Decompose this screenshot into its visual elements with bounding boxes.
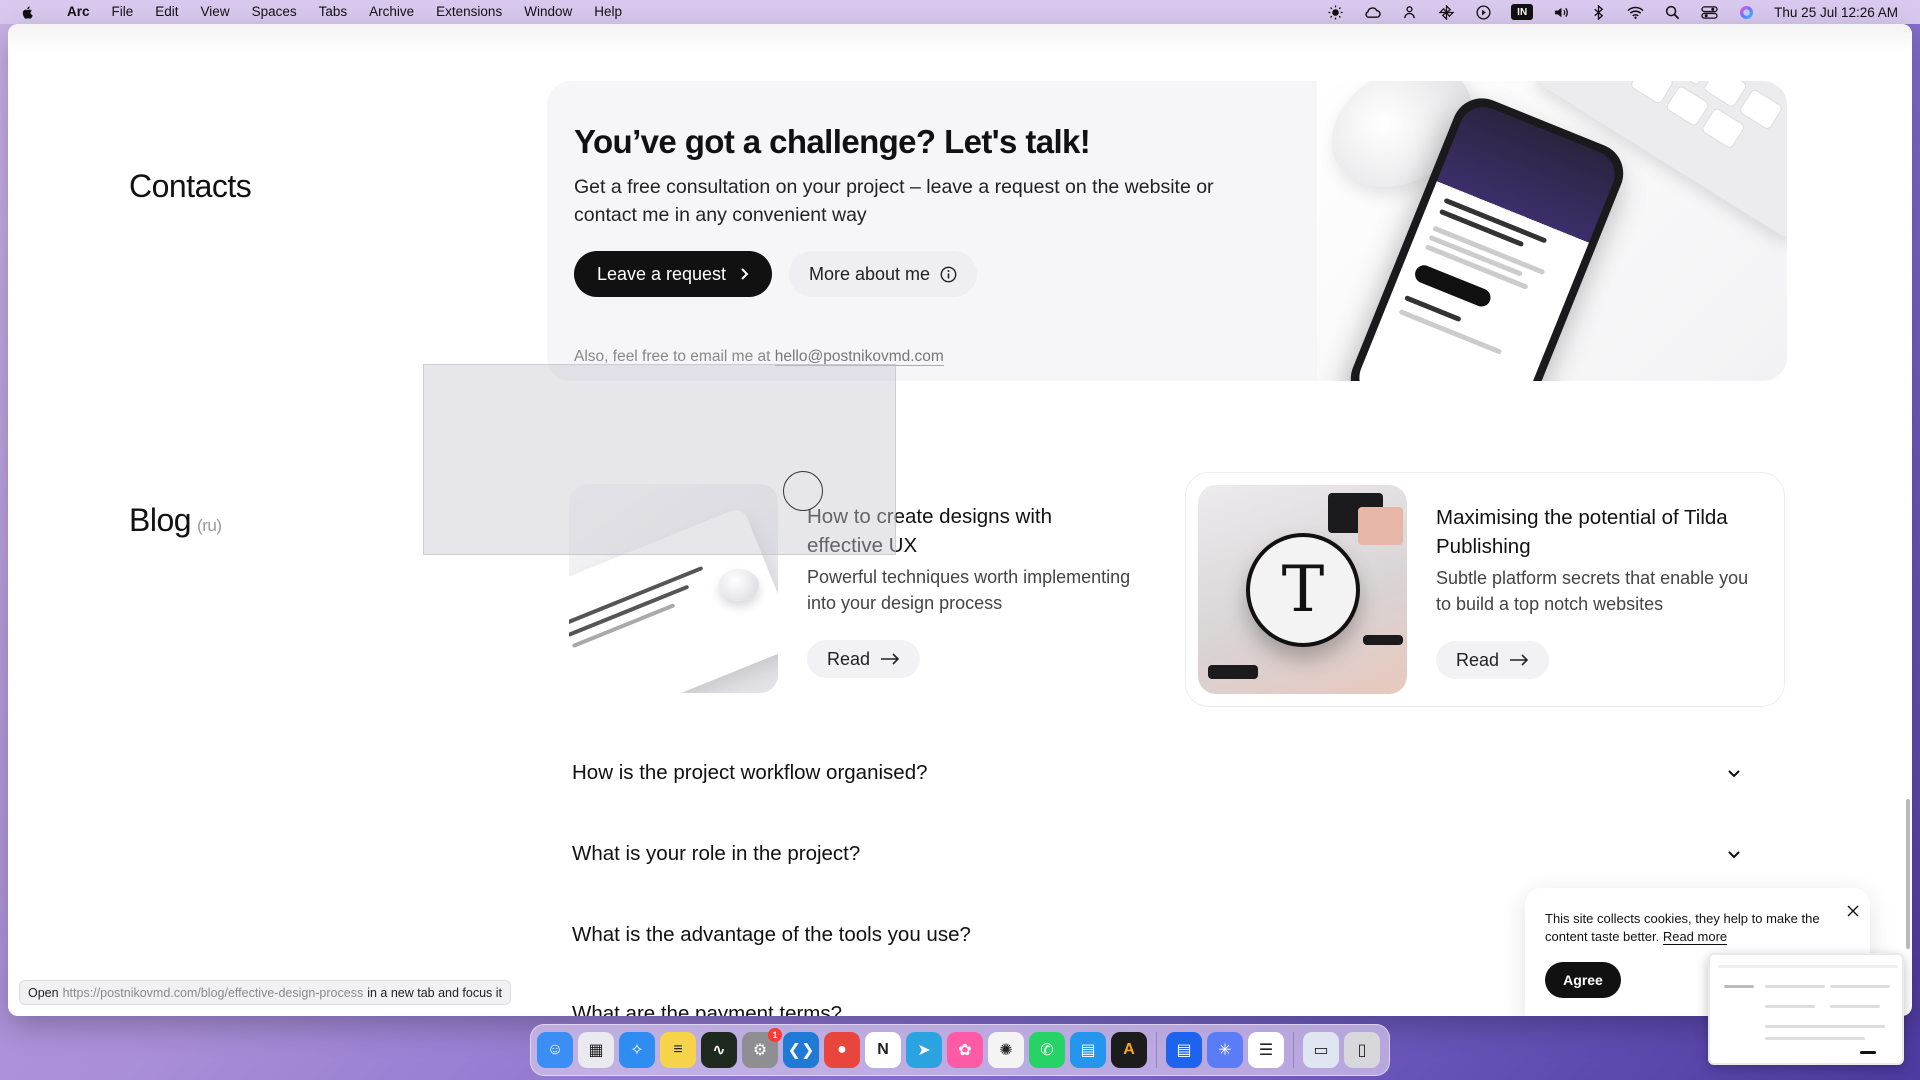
volume-icon[interactable]	[1552, 4, 1570, 20]
read-label: Read	[1456, 649, 1500, 670]
docker-icon[interactable]: ▤	[1070, 1032, 1106, 1068]
siri-icon[interactable]	[1737, 4, 1755, 20]
blog-card-tilda[interactable]: T Maximising the potential of Tilda Publ…	[1185, 472, 1785, 707]
trash-icon[interactable]: ▯	[1344, 1032, 1380, 1068]
status-url: https://postnikovmd.com/blog/effective-d…	[62, 985, 364, 1000]
cursor-ring	[783, 471, 823, 511]
menu-edit[interactable]: Edit	[144, 0, 189, 24]
blog-language-tag: (ru)	[197, 516, 222, 535]
scrollbar-thumb[interactable]	[1906, 799, 1910, 949]
contact-hero-image	[1309, 81, 1787, 381]
menubar-clock[interactable]: Thu 25 Jul 12:26 AM	[1774, 5, 1898, 20]
faq-item[interactable]: How is the project workflow organised?	[572, 761, 1742, 785]
link-status-tooltip: Open https://postnikovmd.com/blog/effect…	[19, 980, 512, 1005]
perplexity-icon[interactable]: ✳	[1207, 1032, 1243, 1068]
control-center-icon[interactable]	[1700, 4, 1718, 20]
notion-icon[interactable]: N	[865, 1032, 901, 1068]
downloads-folder-icon[interactable]: ▭	[1303, 1032, 1339, 1068]
blog-section-title: Blog (ru)	[129, 502, 222, 539]
menu-view[interactable]: View	[190, 0, 241, 24]
docker-desktop-icon[interactable]: ▤	[1166, 1032, 1202, 1068]
settings-icon[interactable]: ⚙ 1	[742, 1028, 782, 1068]
wifi-icon[interactable]	[1626, 4, 1644, 20]
reminders-icon[interactable]: ☰	[1248, 1032, 1284, 1068]
menu-extensions[interactable]: Extensions	[425, 0, 513, 24]
status-suffix: in a new tab and focus it	[367, 985, 503, 1000]
read-label: Read	[827, 648, 871, 669]
read-button[interactable]: Read	[1436, 641, 1550, 679]
affinity-icon[interactable]: A	[1111, 1032, 1147, 1068]
pinwheel-icon[interactable]	[1437, 4, 1455, 20]
cookie-text: This site collects cookies, they help to…	[1545, 910, 1865, 946]
bluetooth-icon[interactable]	[1589, 4, 1607, 20]
chevron-down-icon	[1728, 851, 1740, 859]
browser-window: Contacts You’ve got a challenge? Let's t…	[8, 24, 1912, 1016]
tilda-logo-icon: T	[1246, 533, 1360, 647]
more-about-me-label: More about me	[808, 263, 931, 284]
cloud-icon[interactable]	[1363, 4, 1381, 20]
safari-icon[interactable]: ✧	[619, 1032, 655, 1068]
contact-lead-text: Get a free consultation on your project …	[574, 176, 1214, 226]
search-icon[interactable]	[1663, 4, 1681, 20]
faq-question: What is the advantage of the tools you u…	[572, 923, 971, 946]
keyboard-layout-icon[interactable]: IN	[1511, 4, 1534, 20]
blog-post-description: Subtle platform secrets that enable you …	[1436, 568, 1749, 614]
faq-question: What are the payment terms?	[572, 1002, 843, 1016]
menu-tabs[interactable]: Tabs	[308, 0, 359, 24]
cookie-read-more-link[interactable]: Read more	[1662, 929, 1728, 945]
info-icon	[940, 266, 957, 282]
chatgpt-icon[interactable]: ✺	[988, 1032, 1024, 1068]
leave-request-button[interactable]: Leave a request	[574, 251, 772, 297]
read-button[interactable]: Read	[807, 640, 921, 678]
launchpad-icon[interactable]: ▦	[578, 1032, 614, 1068]
menu-file[interactable]: File	[101, 0, 145, 24]
menu-spaces[interactable]: Spaces	[241, 0, 308, 24]
email-prefix: Also, feel free to email me at	[574, 348, 771, 365]
notes-icon[interactable]: ≡	[660, 1032, 696, 1068]
dock: ☺ ▦ ✧ ≡ ∿ ⚙ 1 ❮❯ ● N ➤ ✿ ✺ ✆ ▤ A ▤ ✳ ☰ ▭ ▯	[530, 1024, 1390, 1076]
chevron-down-icon	[1728, 770, 1740, 778]
blog-title: Blog	[129, 502, 192, 538]
window-preview-thumbnail[interactable]	[1708, 953, 1904, 1065]
telegram-icon[interactable]: ➤	[906, 1032, 942, 1068]
finder-icon[interactable]: ☺	[537, 1032, 573, 1068]
close-icon[interactable]	[1846, 904, 1860, 918]
whatsapp-icon[interactable]: ✆	[1029, 1032, 1065, 1068]
status-prefix: Open	[28, 985, 59, 1000]
blog-thumbnail-tilda[interactable]: T	[1198, 485, 1407, 694]
menu-window[interactable]: Window	[513, 0, 583, 24]
dock-separator	[1293, 1032, 1294, 1068]
contact-card: You’ve got a challenge? Let's talk! Get …	[547, 81, 1787, 381]
drag-selection-overlay	[423, 364, 896, 555]
arrow-right-icon	[881, 653, 900, 665]
more-about-me-button[interactable]: More about me	[789, 251, 977, 297]
menu-help[interactable]: Help	[583, 0, 633, 24]
activity-monitor-icon[interactable]: ∿	[701, 1032, 737, 1068]
play-icon[interactable]	[1474, 4, 1492, 20]
menu-bar: Arc File Edit View Spaces Tabs Archive E…	[0, 0, 1920, 24]
leave-request-label: Leave a request	[596, 263, 727, 284]
arrow-right-icon	[1510, 654, 1529, 666]
faq-question: What is your role in the project?	[572, 842, 861, 865]
menu-app-name[interactable]: Arc	[56, 0, 101, 24]
contact-heading: You’ve got a challenge? Let's talk!	[574, 123, 1091, 160]
dock-separator	[1156, 1032, 1157, 1068]
blog-post-description: Powerful techniques worth implementing i…	[807, 567, 1131, 613]
menu-archive[interactable]: Archive	[358, 0, 425, 24]
person-icon[interactable]	[1400, 4, 1418, 20]
blog-post-title[interactable]: Maximising the potential of Tilda Publis…	[1436, 503, 1756, 561]
faq-item[interactable]: What is your role in the project?	[572, 842, 1742, 866]
web-page: Contacts You’ve got a challenge? Let's t…	[8, 24, 1912, 1016]
brightness-icon[interactable]	[1326, 4, 1344, 20]
apple-logo-icon[interactable]	[20, 4, 36, 20]
faq-question: How is the project workflow organised?	[572, 761, 928, 784]
notification-badge: 1	[768, 1028, 782, 1042]
pinwheel-app-icon[interactable]: ✿	[947, 1032, 983, 1068]
vscode-icon[interactable]: ❮❯	[783, 1032, 819, 1068]
cookie-agree-button[interactable]: Agree	[1545, 962, 1621, 998]
chrome-icon[interactable]: ●	[824, 1032, 860, 1068]
contacts-section-title: Contacts	[129, 168, 252, 204]
chevron-right-icon	[741, 268, 749, 280]
